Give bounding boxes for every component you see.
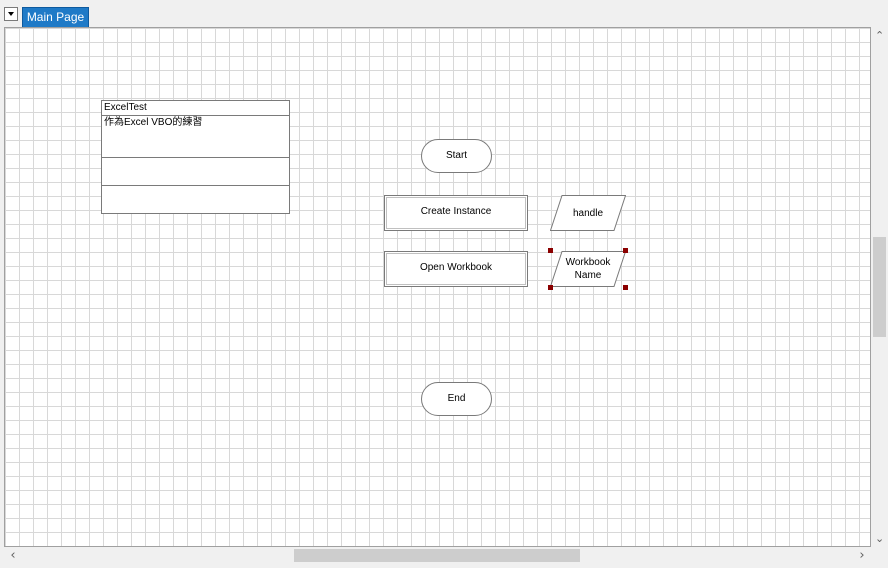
scroll-left-icon[interactable]: ‹ <box>8 549 18 562</box>
tab-strip: Main Page <box>0 0 888 27</box>
selection-handle[interactable] <box>623 248 628 253</box>
handle-label: handle <box>572 207 604 219</box>
process-canvas[interactable]: ExcelTest 作為Excel VBO的練習 Start Create In… <box>4 27 871 547</box>
process-info-box[interactable]: ExcelTest 作為Excel VBO的練習 <box>101 100 290 214</box>
selection-handle[interactable] <box>548 248 553 253</box>
scroll-up-icon[interactable]: ⌃ <box>875 30 884 41</box>
page-list-dropdown-button[interactable] <box>4 7 18 21</box>
scrollbar-corner <box>871 547 888 568</box>
start-stage[interactable]: Start <box>421 139 492 173</box>
selection-handle[interactable] <box>623 285 628 290</box>
info-box-row <box>102 158 289 186</box>
tab-main-page[interactable]: Main Page <box>22 7 89 27</box>
horizontal-scroll-thumb[interactable] <box>294 549 580 562</box>
selection-handle[interactable] <box>548 285 553 290</box>
vertical-scrollbar[interactable]: ⌃ ⌄ <box>871 27 888 547</box>
info-box-row <box>102 186 289 213</box>
open-workbook-action[interactable]: Open Workbook <box>384 251 528 287</box>
info-box-description: 作為Excel VBO的練習 <box>102 116 289 158</box>
horizontal-scrollbar[interactable]: ‹ › <box>4 547 871 564</box>
workbook-name-data-item[interactable]: Workbook Name <box>550 251 626 287</box>
info-box-title: ExcelTest <box>102 101 289 116</box>
create-instance-action[interactable]: Create Instance <box>384 195 528 231</box>
scroll-right-icon[interactable]: › <box>857 549 867 562</box>
vertical-scroll-thumb[interactable] <box>873 237 886 337</box>
scroll-down-icon[interactable]: ⌄ <box>875 533 884 544</box>
end-stage[interactable]: End <box>421 382 492 416</box>
workbook-name-label: Workbook Name <box>565 257 611 281</box>
handle-data-item[interactable]: handle <box>550 195 626 231</box>
